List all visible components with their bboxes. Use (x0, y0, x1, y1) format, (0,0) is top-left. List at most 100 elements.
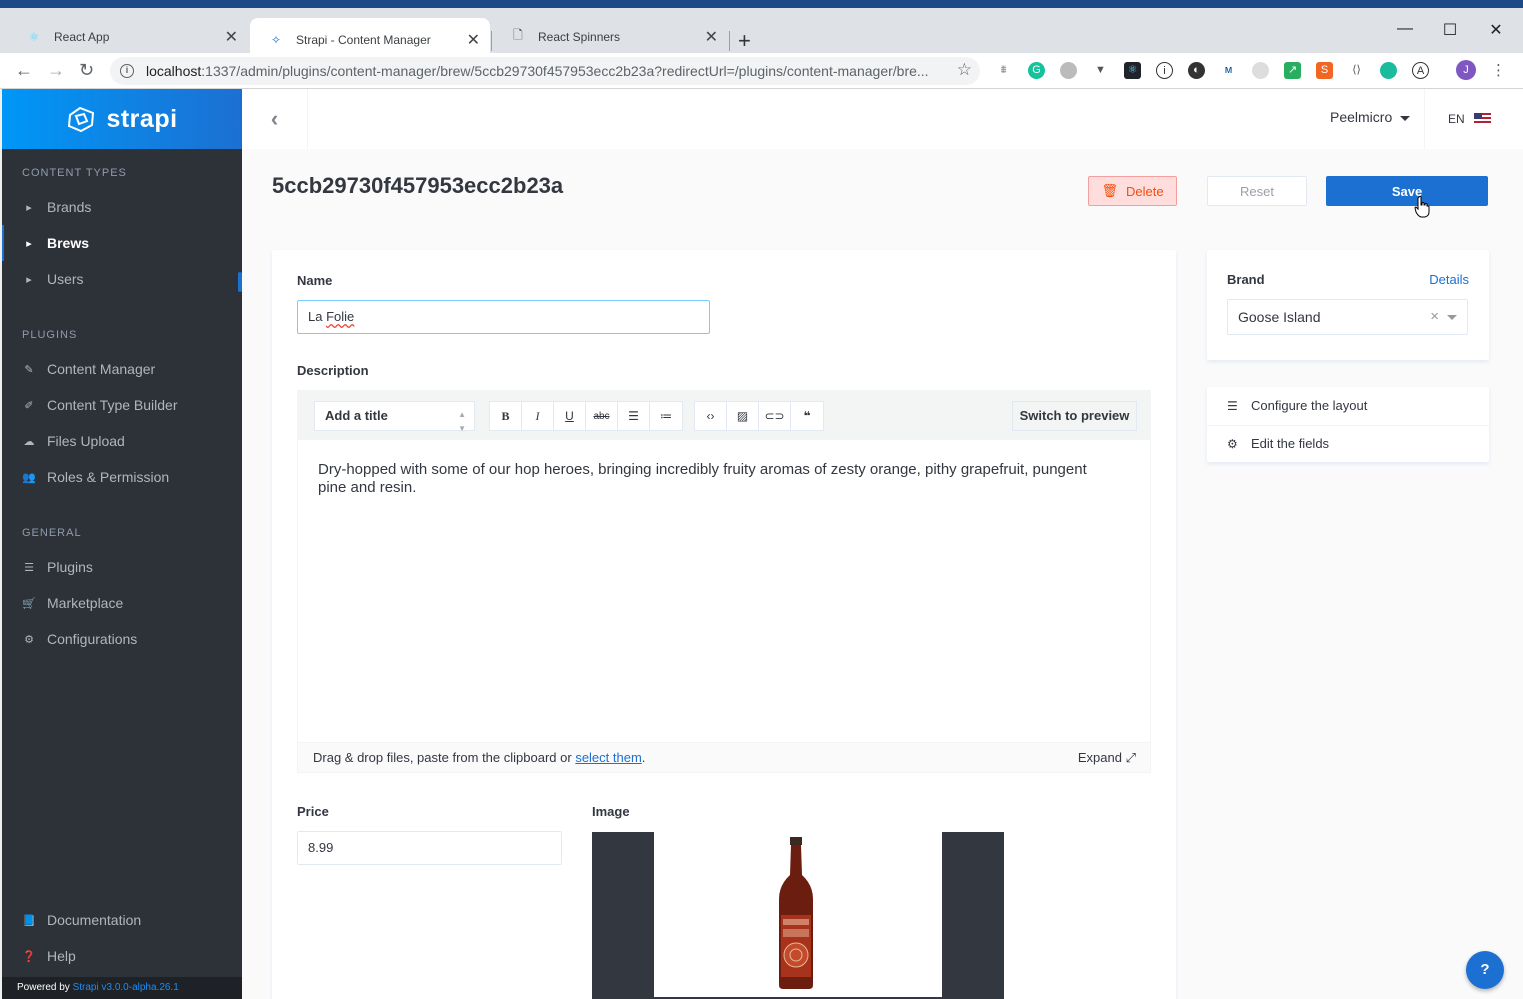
left-menu: strapi CONTENT TYPES ▸ Brands ▸ Brews ▸ Use… (2, 89, 242, 999)
url-path: :1337/admin/plugins/content-manager/brew… (201, 63, 929, 79)
underline-button[interactable]: U (554, 402, 586, 430)
sidebar-item-label: Help (47, 948, 76, 964)
url-input[interactable]: i localhost:1337/admin/plugins/content-m… (110, 57, 980, 85)
caret-right-icon: ▸ (26, 201, 32, 214)
brand-value: Goose Island (1238, 309, 1321, 325)
price-input[interactable]: 8.99 (297, 831, 562, 865)
language-selector[interactable]: EN (1424, 89, 1491, 149)
forward-icon[interactable]: → (47, 60, 65, 81)
edit-fields-link[interactable]: ⚙ Edit the fields (1227, 425, 1329, 462)
save-button[interactable]: Save (1326, 176, 1488, 206)
extension-icon[interactable] (1060, 62, 1077, 79)
extension-icon[interactable] (1380, 62, 1397, 79)
numbered-list-button[interactable]: ≔ (650, 402, 682, 430)
editor-toolbar: Add a title ▲ ▼ B I U abc ☰ ≔ ‹› ▨ ⊂⊃ ❝ S… (298, 391, 1150, 440)
maximize-icon[interactable]: ☐ (1430, 20, 1470, 40)
close-tab-icon[interactable]: ✕ (225, 27, 238, 47)
extension-icon[interactable]: м (1220, 62, 1237, 79)
brush-icon: ✐ (24, 399, 34, 412)
trash-icon: 🗑 (1101, 183, 1118, 198)
tab-react-spinners[interactable]: 🗋 React Spinners ✕ (492, 20, 728, 53)
back-chevron-icon[interactable]: ‹ (242, 89, 308, 149)
code-button[interactable]: ‹› (695, 402, 727, 430)
close-tab-icon[interactable]: ✕ (705, 27, 718, 47)
italic-button[interactable]: I (522, 402, 554, 430)
select-files-link[interactable]: select them (575, 750, 641, 765)
expand-button[interactable]: Expand ⤢ (1078, 743, 1136, 773)
sidebar-item-roles-permission[interactable]: 👥 Roles & Permission (2, 459, 242, 495)
strapi-logo[interactable]: strapi (2, 89, 242, 149)
relations-panel: Brand Details Goose Island × (1207, 250, 1489, 360)
sidebar-item-marketplace[interactable]: 🛒 Marketplace (2, 585, 242, 621)
address-bar: ← → ↻ i localhost:1337/admin/plugins/con… (0, 53, 1523, 89)
strikethrough-button[interactable]: abc (586, 402, 618, 430)
name-input[interactable]: La Folie (297, 300, 710, 334)
sidebar-item-brews[interactable]: ▸ Brews (2, 225, 242, 261)
sidebar-item-help[interactable]: ❓ Help (2, 938, 242, 974)
sidebar-item-label: Brands (47, 199, 92, 215)
sidebar-item-brands[interactable]: ▸ Brands (2, 189, 242, 225)
clear-icon[interactable]: × (1430, 300, 1439, 334)
react-devtools-icon[interactable]: ⚛ (1124, 62, 1141, 79)
details-link[interactable]: Details (1429, 272, 1469, 287)
profile-avatar[interactable]: J (1456, 60, 1476, 80)
menu-kebab-icon[interactable]: ⋮ (1490, 62, 1507, 79)
info-icon[interactable]: i (120, 64, 134, 78)
switch-preview-label: Switch to preview (1019, 408, 1130, 423)
extension-icon[interactable] (1252, 62, 1269, 79)
reset-button[interactable]: Reset (1207, 176, 1307, 206)
bullet-list-button[interactable]: ☰ (618, 402, 650, 430)
user-dropdown[interactable]: Peelmicro (1330, 109, 1411, 125)
sidebar-item-label: Brews (47, 235, 90, 251)
sidebar-item-documentation[interactable]: 📘 Documentation (2, 902, 242, 938)
back-icon[interactable]: ← (15, 60, 33, 81)
sidebar-item-label: Files Upload (47, 433, 125, 449)
image-upload-preview[interactable] (592, 832, 1004, 999)
strapi-version-link[interactable]: Strapi v3.0.0-alpha.26.1 (73, 982, 179, 993)
paint-brush-icon: ✎ (24, 363, 34, 376)
configure-layout-link[interactable]: ☰ Configure the layout (1227, 387, 1367, 424)
layout-icon: ☰ (1227, 398, 1238, 413)
new-tab-icon[interactable]: + (738, 28, 751, 54)
sidebar-item-users[interactable]: ▸ Users (2, 261, 242, 297)
extension-icon[interactable]: A (1412, 62, 1429, 79)
strapi-logo-icon (68, 106, 95, 133)
image-button[interactable]: ▨ (727, 402, 759, 430)
reset-label: Reset (1240, 183, 1274, 199)
brand-name: strapi (106, 104, 178, 133)
vue-devtools-icon[interactable]: ▼ (1092, 62, 1109, 79)
bold-button[interactable]: B (490, 402, 522, 430)
delete-button[interactable]: 🗑 Delete (1088, 176, 1177, 206)
extension-icon[interactable]: ⟨⟩ (1348, 62, 1365, 79)
sidebar-item-files-upload[interactable]: ☁ Files Upload (2, 423, 242, 459)
reload-icon[interactable]: ↻ (79, 60, 94, 81)
sidebar-item-configurations[interactable]: ⚙ Configurations (2, 621, 242, 657)
extension-icon[interactable]: ⩩ (995, 62, 1012, 79)
sidebar-item-content-type-builder[interactable]: ✐ Content Type Builder (2, 387, 242, 423)
close-tab-icon[interactable]: ✕ (467, 30, 480, 50)
sidebar-item-content-manager[interactable]: ✎ Content Manager (2, 351, 242, 387)
extension-icon[interactable]: ↗ (1284, 62, 1301, 79)
extension-icon[interactable]: i (1156, 62, 1173, 79)
wysiwyg-editor: Add a title ▲ ▼ B I U abc ☰ ≔ ‹› ▨ ⊂⊃ ❝ S… (297, 390, 1151, 773)
sidebar-item-label: Plugins (47, 559, 93, 575)
sidebar-item-plugins[interactable]: ☰ Plugins (2, 549, 242, 585)
help-button[interactable]: ? (1466, 951, 1504, 989)
name-value-part: La (308, 309, 323, 324)
tab-react-app[interactable]: ⚛ React App ✕ (8, 20, 248, 53)
grammarly-icon[interactable]: G (1028, 62, 1045, 79)
tab-label: Strapi - Content Manager (296, 32, 431, 47)
dark-mode-icon[interactable]: ◐ (1188, 62, 1205, 79)
sidebar-item-label: Marketplace (47, 595, 124, 611)
brand-select[interactable]: Goose Island × (1227, 299, 1468, 335)
tab-label: React App (54, 29, 110, 44)
description-textarea[interactable]: Dry-hopped with some of our hop heroes, … (318, 461, 1118, 497)
quote-button[interactable]: ❝ (791, 402, 823, 430)
extension-icon[interactable]: S (1316, 62, 1333, 79)
switch-to-preview-button[interactable]: Switch to preview (1012, 401, 1137, 431)
minimize-icon[interactable]: — (1385, 20, 1425, 38)
close-window-icon[interactable]: ✕ (1476, 20, 1516, 40)
title-select[interactable]: Add a title ▲ ▼ (314, 401, 475, 433)
link-button[interactable]: ⊂⊃ (759, 402, 791, 430)
bookmark-star-icon[interactable]: ☆ (957, 60, 972, 80)
